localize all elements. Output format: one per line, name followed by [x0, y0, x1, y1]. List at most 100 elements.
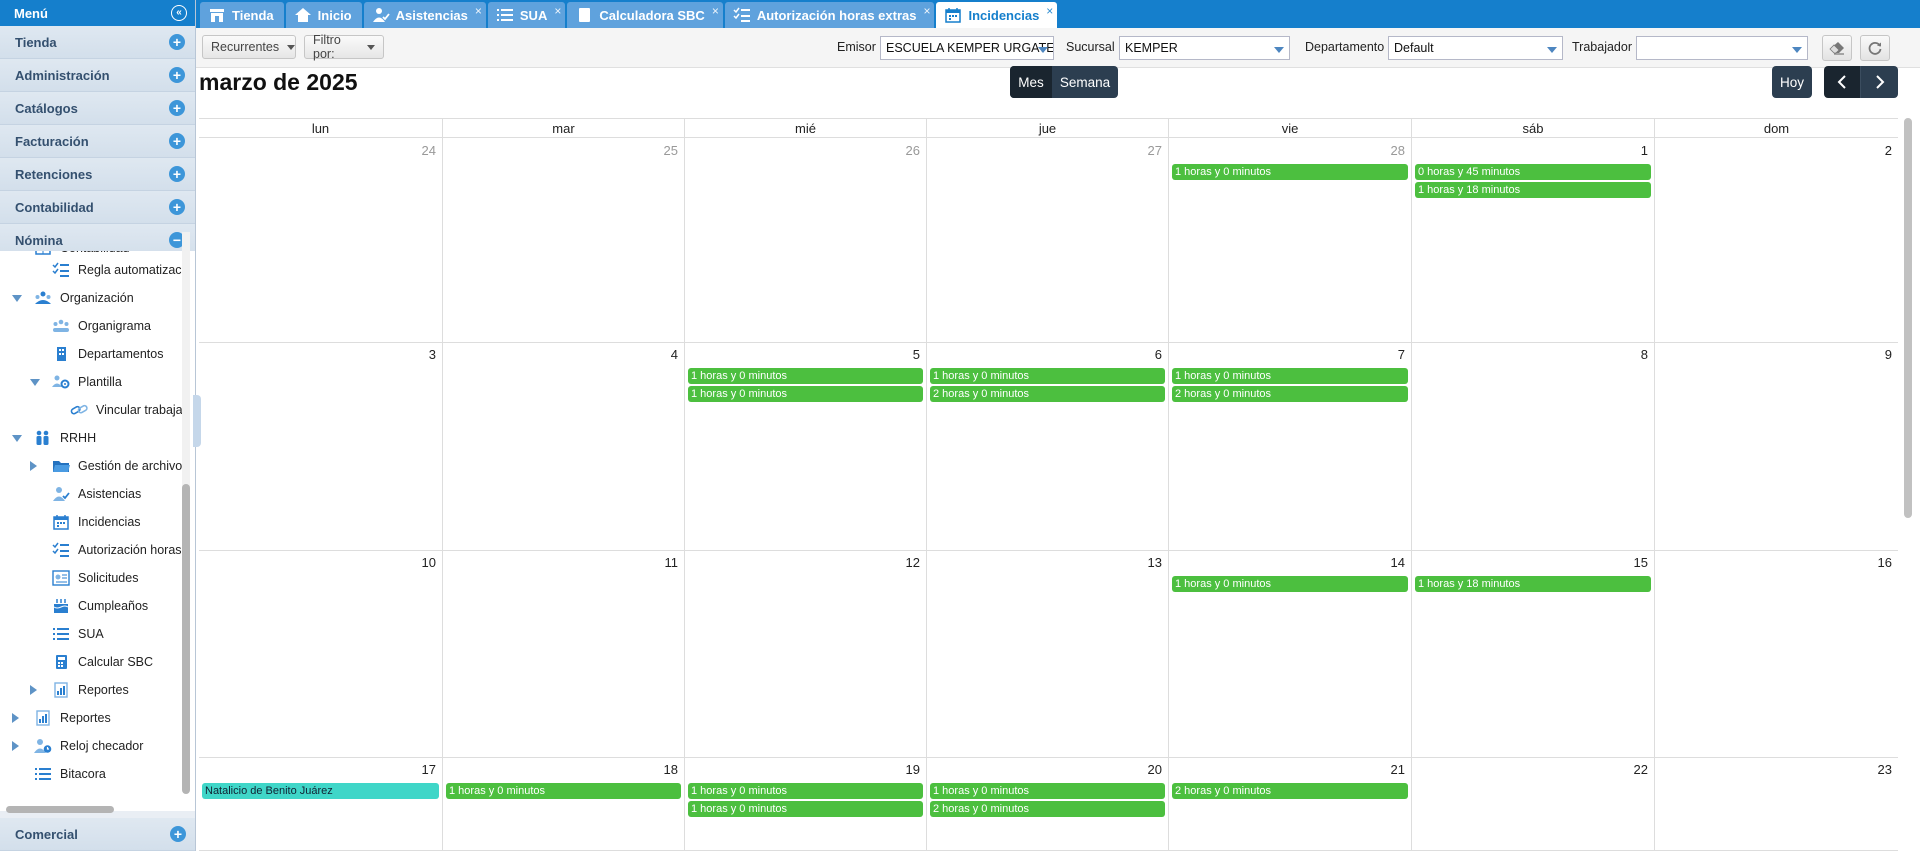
- tab-asistencias[interactable]: Asistencias ×: [363, 2, 486, 28]
- close-tab-icon[interactable]: ×: [1046, 4, 1053, 18]
- refresh-button[interactable]: [1860, 35, 1890, 61]
- tab-incidencias[interactable]: Incidencias ×: [936, 2, 1058, 28]
- day-cell[interactable]: 25: [442, 139, 684, 342]
- today-button[interactable]: Hoy: [1772, 66, 1812, 98]
- dropdown-arrow-icon[interactable]: [1547, 47, 1557, 53]
- tab-tienda[interactable]: Tienda: [200, 2, 284, 28]
- day-cell[interactable]: 3: [199, 343, 442, 550]
- tab-calculadora-sbc[interactable]: Calculadora SBC ×: [567, 2, 723, 28]
- day-cell[interactable]: 20 1 horas y 0 minutos 2 horas y 0 minutos: [926, 758, 1168, 850]
- expanded-arrow-icon[interactable]: [12, 435, 22, 442]
- tree-item[interactable]: Gestión de archivo: [52, 453, 182, 479]
- section-comercial[interactable]: Comercial +: [0, 818, 195, 851]
- day-cell[interactable]: 21 2 horas y 0 minutos: [1168, 758, 1411, 850]
- incidence-event[interactable]: 1 horas y 0 minutos: [688, 801, 923, 817]
- section-tienda[interactable]: Tienda +: [0, 26, 195, 59]
- expanded-arrow-icon[interactable]: [12, 295, 22, 302]
- tree-item[interactable]: Asistencias: [52, 481, 141, 507]
- tree-item[interactable]: Solicitudes: [52, 565, 138, 591]
- incidence-event[interactable]: 1 horas y 0 minutos: [688, 386, 923, 402]
- tree-item[interactable]: Departamentos: [52, 341, 163, 367]
- tree-item[interactable]: Organización: [34, 285, 134, 311]
- dropdown-arrow-icon[interactable]: [1038, 47, 1048, 53]
- day-cell[interactable]: 2: [1654, 139, 1898, 342]
- tree-item[interactable]: Autorización horas: [52, 537, 182, 563]
- week-view-button[interactable]: Semana: [1052, 66, 1118, 98]
- holiday-event[interactable]: Natalicio de Benito Juárez: [202, 783, 439, 799]
- collapsed-arrow-icon[interactable]: [12, 713, 19, 723]
- day-cell[interactable]: 12: [684, 551, 926, 757]
- expand-plus-icon[interactable]: +: [169, 67, 185, 83]
- day-cell[interactable]: 22: [1411, 758, 1654, 850]
- day-cell[interactable]: 23: [1654, 758, 1898, 850]
- section-facturación[interactable]: Facturación +: [0, 125, 195, 158]
- day-cell[interactable]: 4: [442, 343, 684, 550]
- day-cell[interactable]: 6 1 horas y 0 minutos 2 horas y 0 minutos: [926, 343, 1168, 550]
- incidence-event[interactable]: 1 horas y 0 minutos: [1172, 368, 1408, 384]
- calendar-scrollbar[interactable]: [1904, 118, 1912, 518]
- filtro-dropdown-button[interactable]: Filtro por:: [304, 33, 384, 61]
- incidence-event[interactable]: 1 horas y 0 minutos: [688, 783, 923, 799]
- incidence-event[interactable]: 1 horas y 0 minutos: [1172, 164, 1408, 180]
- expand-plus-icon[interactable]: +: [169, 166, 185, 182]
- expand-plus-icon[interactable]: +: [169, 133, 185, 149]
- incidence-event[interactable]: 2 horas y 0 minutos: [930, 801, 1165, 817]
- day-cell[interactable]: 5 1 horas y 0 minutos 1 horas y 0 minutos: [684, 343, 926, 550]
- dropdown-arrow-icon[interactable]: [1792, 47, 1802, 53]
- day-cell[interactable]: 14 1 horas y 0 minutos: [1168, 551, 1411, 757]
- tree-item[interactable]: Vincular trabaja: [70, 397, 183, 423]
- incidence-event[interactable]: 2 horas y 0 minutos: [1172, 386, 1408, 402]
- day-cell[interactable]: 15 1 horas y 18 minutos: [1411, 551, 1654, 757]
- day-cell[interactable]: 19 1 horas y 0 minutos 1 horas y 0 minutos: [684, 758, 926, 850]
- close-tab-icon[interactable]: ×: [554, 4, 561, 18]
- day-cell[interactable]: 26: [684, 139, 926, 342]
- next-month-button[interactable]: [1861, 66, 1898, 98]
- section-administración[interactable]: Administración +: [0, 59, 195, 92]
- previous-month-button[interactable]: [1824, 66, 1861, 98]
- day-cell[interactable]: 8: [1411, 343, 1654, 550]
- tree-item[interactable]: Organigrama: [52, 313, 151, 339]
- expanded-arrow-icon[interactable]: [30, 379, 40, 386]
- recurrentes-dropdown-button[interactable]: Recurrentes: [202, 35, 296, 59]
- dropdown-arrow-icon[interactable]: [1274, 47, 1284, 53]
- collapsed-arrow-icon[interactable]: [30, 685, 37, 695]
- incidence-event[interactable]: 1 horas y 0 minutos: [1172, 576, 1408, 592]
- tab-autorización-horas-extras[interactable]: Autorización horas extras ×: [724, 2, 935, 28]
- day-cell[interactable]: 24: [199, 139, 442, 342]
- tree-horizontal-scrollbar[interactable]: [6, 806, 114, 813]
- section-retenciones[interactable]: Retenciones +: [0, 158, 195, 191]
- day-cell[interactable]: 16: [1654, 551, 1898, 757]
- day-cell[interactable]: 13: [926, 551, 1168, 757]
- day-cell[interactable]: 17 Natalicio de Benito Juárez: [199, 758, 442, 850]
- incidence-event[interactable]: 1 horas y 0 minutos: [446, 783, 681, 799]
- close-tab-icon[interactable]: ×: [923, 4, 930, 18]
- month-view-button[interactable]: Mes: [1010, 66, 1052, 98]
- day-cell[interactable]: 28 1 horas y 0 minutos: [1168, 139, 1411, 342]
- incidence-event[interactable]: 1 horas y 18 minutos: [1415, 182, 1651, 198]
- section-contabilidad[interactable]: Contabilidad +: [0, 191, 195, 224]
- incidence-event[interactable]: 1 horas y 0 minutos: [930, 368, 1165, 384]
- tab-inicio[interactable]: Inicio: [285, 2, 362, 28]
- tree-item[interactable]: Reportes: [52, 677, 129, 703]
- day-cell[interactable]: 11: [442, 551, 684, 757]
- close-tab-icon[interactable]: ×: [475, 4, 482, 18]
- departamento-combobox[interactable]: Default: [1388, 36, 1563, 60]
- day-cell[interactable]: 1 0 horas y 45 minutos 1 horas y 18 minuto…: [1411, 139, 1654, 342]
- close-tab-icon[interactable]: ×: [712, 4, 719, 18]
- incidence-event[interactable]: 2 horas y 0 minutos: [930, 386, 1165, 402]
- collapsed-arrow-icon[interactable]: [12, 741, 19, 751]
- collapse-double-chevron-icon[interactable]: «: [171, 5, 187, 21]
- day-cell[interactable]: 7 1 horas y 0 minutos 2 horas y 0 minutos: [1168, 343, 1411, 550]
- day-cell[interactable]: 9: [1654, 343, 1898, 550]
- emisor-combobox[interactable]: ESCUELA KEMPER URGATE: [880, 36, 1054, 60]
- trabajador-combobox[interactable]: [1636, 36, 1808, 60]
- expand-plus-icon[interactable]: +: [169, 100, 185, 116]
- day-cell[interactable]: 18 1 horas y 0 minutos: [442, 758, 684, 850]
- day-cell[interactable]: 27: [926, 139, 1168, 342]
- expand-plus-icon[interactable]: +: [170, 826, 186, 842]
- tree-item[interactable]: Calcular SBC: [52, 649, 153, 675]
- incidence-event[interactable]: 1 horas y 0 minutos: [930, 783, 1165, 799]
- incidence-event[interactable]: 0 horas y 45 minutos: [1415, 164, 1651, 180]
- day-cell[interactable]: 10: [199, 551, 442, 757]
- section-catálogos[interactable]: Catálogos +: [0, 92, 195, 125]
